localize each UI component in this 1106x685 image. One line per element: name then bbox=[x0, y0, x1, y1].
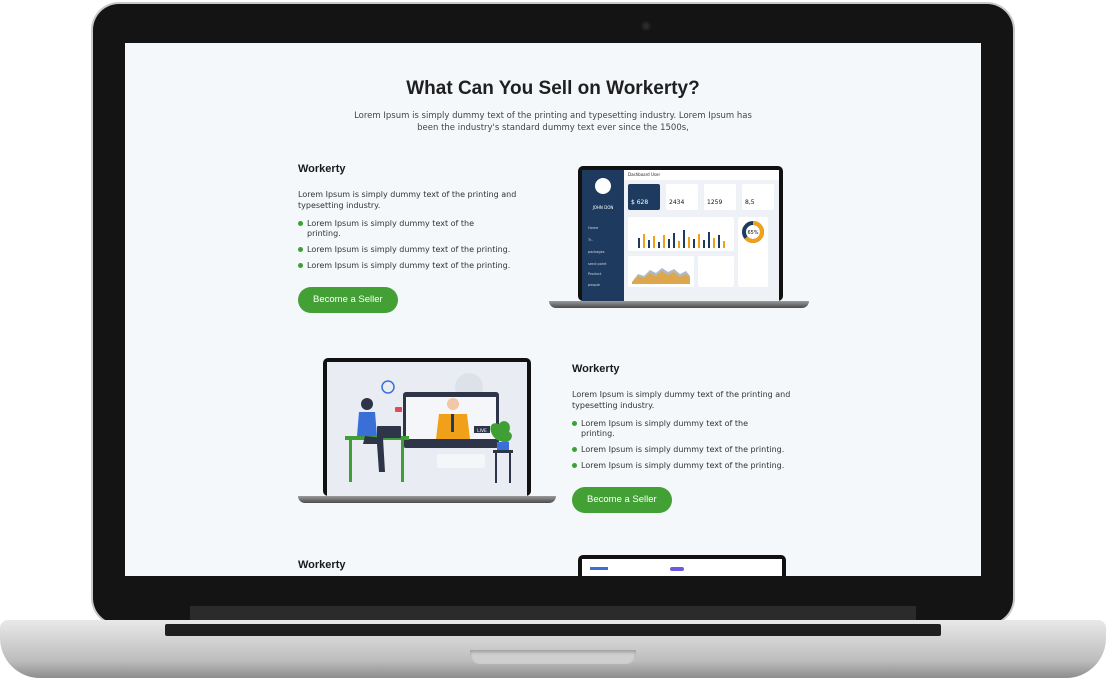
bullet-dot-icon bbox=[572, 421, 577, 426]
bullet-dot-icon bbox=[298, 221, 303, 226]
svg-text:LIVE: LIVE bbox=[477, 428, 487, 434]
laptop-screen: What Can You Sell on Workerty? Lorem Ips… bbox=[125, 43, 981, 576]
stat-card: 1259 bbox=[704, 184, 736, 210]
bullet-list: Lorem Ipsum is simply dummy text of the … bbox=[572, 419, 794, 471]
area-chart-icon bbox=[632, 268, 690, 284]
become-seller-button[interactable]: Become a Seller bbox=[572, 487, 672, 513]
become-seller-button[interactable]: Become a Seller bbox=[298, 287, 398, 313]
section-title: Workerty bbox=[572, 363, 620, 375]
page-subtitle: Lorem Ipsum is simply dummy text of the … bbox=[354, 111, 752, 133]
scatter-panel bbox=[698, 256, 734, 287]
user-avatar-icon bbox=[595, 178, 611, 194]
section-description: Lorem Ipsum is simply dummy text of the … bbox=[298, 190, 517, 210]
donut-chart-icon: 65% bbox=[742, 221, 764, 243]
dashboard-sidebar: JOHN DON Home Tr.. packages send point P… bbox=[582, 170, 624, 301]
website-laptop-image bbox=[578, 555, 786, 576]
section-title: Workerty bbox=[298, 559, 346, 571]
section-title: Workerty bbox=[298, 163, 346, 175]
area-chart-panel bbox=[628, 256, 694, 287]
section-3: Workerty bbox=[298, 559, 520, 576]
stat-card: 8,5 bbox=[742, 184, 774, 210]
laptop-notch bbox=[470, 650, 636, 664]
bullet-item: Lorem Ipsum is simply dummy text of the … bbox=[298, 245, 520, 255]
bar-chart-panel bbox=[628, 217, 734, 251]
video-call-illustration: LIVE bbox=[345, 373, 513, 483]
dashboard-main: Dashboard User $ 628 2434 1259 8,5 65% bbox=[624, 170, 779, 301]
page-title: What Can You Sell on Workerty? bbox=[406, 78, 700, 99]
donut-panel: 65% bbox=[738, 217, 768, 287]
section-2: Workerty Lorem Ipsum is simply dummy tex… bbox=[572, 363, 794, 513]
svg-text:65%: 65% bbox=[747, 230, 758, 236]
bullet-item: Lorem Ipsum is simply dummy text of the … bbox=[572, 461, 794, 471]
bullet-item: Lorem Ipsum is simply dummy text of the … bbox=[572, 419, 751, 439]
bullet-list: Lorem Ipsum is simply dummy text of the … bbox=[298, 219, 520, 271]
bullet-dot-icon bbox=[572, 463, 577, 468]
bullet-item: Lorem Ipsum is simply dummy text of the … bbox=[298, 219, 477, 239]
bullet-dot-icon bbox=[298, 263, 303, 268]
stat-card: $ 628 bbox=[628, 184, 660, 210]
section-1: Workerty Lorem Ipsum is simply dummy tex… bbox=[298, 163, 520, 313]
section-description: Lorem Ipsum is simply dummy text of the … bbox=[572, 390, 791, 410]
bullet-item: Lorem Ipsum is simply dummy text of the … bbox=[298, 261, 520, 271]
stat-card: 2434 bbox=[666, 184, 698, 210]
bullet-dot-icon bbox=[572, 447, 577, 452]
camera-icon bbox=[643, 23, 649, 29]
laptop-hinge bbox=[190, 606, 916, 620]
laptop-keyboard-edge bbox=[165, 624, 941, 636]
bullet-dot-icon bbox=[298, 247, 303, 252]
bullet-item: Lorem Ipsum is simply dummy text of the … bbox=[572, 445, 794, 455]
